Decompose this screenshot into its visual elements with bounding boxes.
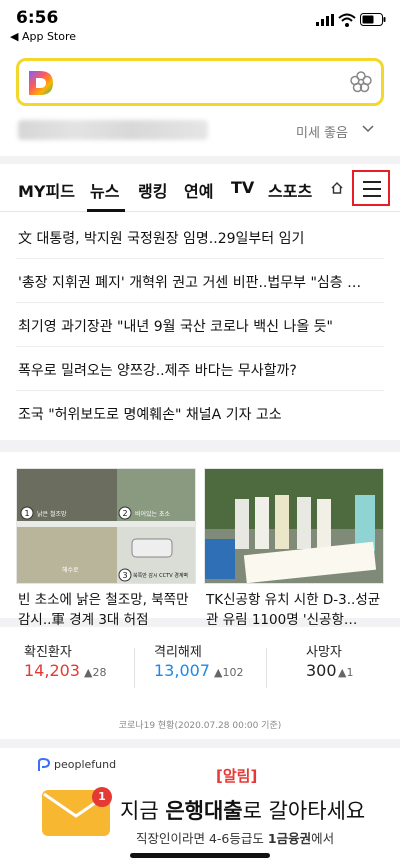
ad-headline-part: 로 갈아타세요 [242, 799, 366, 823]
news-item[interactable]: 폭우로 밀려오는 양쯔강..제주 바다는 무사할까? [18, 360, 384, 380]
flower-icon[interactable] [349, 70, 373, 94]
ad-alert-tag: [알림] [216, 767, 258, 785]
battery-icon [360, 13, 386, 26]
news-item[interactable]: 文 대통령, 박지원 국정원장 임명..29일부터 임기 [18, 228, 384, 248]
card-title[interactable]: TK신공항 유치 시한 D-3..성균관 유림 1100명 '신공항… [206, 590, 388, 630]
tab-entertainment[interactable]: 연예 [184, 178, 213, 202]
svg-text:1: 1 [24, 509, 29, 518]
news-item[interactable]: '총장 지휘권 폐지' 개혁위 권고 거센 비판..법무부 "심층 … [18, 272, 384, 292]
svg-text:3: 3 [122, 571, 127, 580]
cellular-signal-icon [316, 14, 334, 26]
search-input[interactable] [16, 58, 384, 106]
ad-headline: 지금 은행대출로 갈아타세요 [120, 795, 365, 825]
card-thumbnail[interactable] [204, 468, 384, 584]
blurred-location-text [18, 120, 208, 140]
covid-note: 코로나19 현황(2020.07.28 00:00 기준) [118, 721, 282, 731]
ad-subline-bold: 1금융권 [267, 831, 312, 846]
divider [266, 648, 267, 688]
confirmed-value: 14,203 [24, 661, 80, 680]
wifi-icon [338, 13, 356, 27]
back-to-app-store-link[interactable]: ◀ App Store [10, 30, 76, 43]
released-value: 13,007 [154, 661, 210, 680]
home-icon[interactable] [330, 181, 344, 195]
deaths-value: 300 [306, 661, 337, 680]
deaths-delta: ▲1 [338, 666, 354, 679]
tab-myfeed[interactable]: MY피드 [18, 178, 75, 202]
chevron-down-icon[interactable] [362, 122, 374, 134]
home-indicator [130, 853, 270, 858]
ad-headline-bold: 은행대출 [165, 799, 243, 823]
menu-icon-line [363, 188, 381, 190]
confirmed-label: 확진환자 [24, 645, 72, 660]
peoplefund-logo-icon [38, 758, 50, 771]
ad-subline: 직장인이라면 4-6등급도 1금융권에서 [136, 828, 334, 847]
image-caption: 해수로 [62, 567, 79, 574]
deaths-label: 사망자 [306, 645, 342, 660]
menu-icon-line [363, 195, 381, 197]
image-caption: 비어있는 초소 [135, 511, 171, 518]
card-title[interactable]: 빈 초소에 낡은 철조망, 북쪽만 감시..軍 경계 3대 허점 [18, 590, 200, 630]
ad-headline-part: 지금 [120, 799, 166, 823]
image-caption: 낡은 철조망 [37, 511, 67, 518]
daum-logo-icon[interactable] [26, 68, 56, 98]
released-label: 격리해제 [154, 645, 202, 660]
divider [134, 648, 135, 688]
image-caption: 북쪽만 감시 CCTV 경계벽 [133, 573, 189, 579]
divider [16, 346, 384, 347]
divider [16, 258, 384, 259]
fence-guardpost-image: 1 2 3 [17, 469, 195, 583]
news-item[interactable]: 조국 "허위보도로 명예훼손" 채널A 기자 고소 [18, 404, 384, 424]
notification-badge: 1 [92, 787, 112, 807]
dust-status-label[interactable]: 미세 좋음 [296, 122, 348, 141]
divider [16, 390, 384, 391]
released-delta: ▲102 [214, 666, 244, 679]
menu-icon-line [363, 181, 381, 183]
card-thumbnail[interactable]: 1 2 3 낡은 철조망 비어있는 초소 해수로 북쪽만 감시 CCTV 경계벽 [16, 468, 196, 584]
news-item[interactable]: 최기영 과기장관 "내년 9월 국산 코로나 백신 나올 듯" [18, 316, 384, 336]
tab-tv[interactable]: TV [231, 178, 254, 197]
status-time: 6:56 [16, 8, 59, 28]
tab-news[interactable]: 뉴스 [90, 178, 119, 202]
ceremony-photo-image [205, 469, 383, 583]
svg-text:2: 2 [122, 509, 127, 518]
menu-button[interactable] [352, 170, 390, 206]
ad-subline-part: 에서 [311, 831, 335, 846]
divider [16, 302, 384, 303]
tab-ranking[interactable]: 랭킹 [138, 178, 167, 202]
confirmed-delta: ▲28 [84, 666, 107, 679]
ad-subline-part: 직장인이라면 4-6등급도 [136, 831, 268, 846]
tab-sports[interactable]: 스포츠 [268, 178, 312, 202]
ad-brand: peoplefund [54, 758, 117, 771]
